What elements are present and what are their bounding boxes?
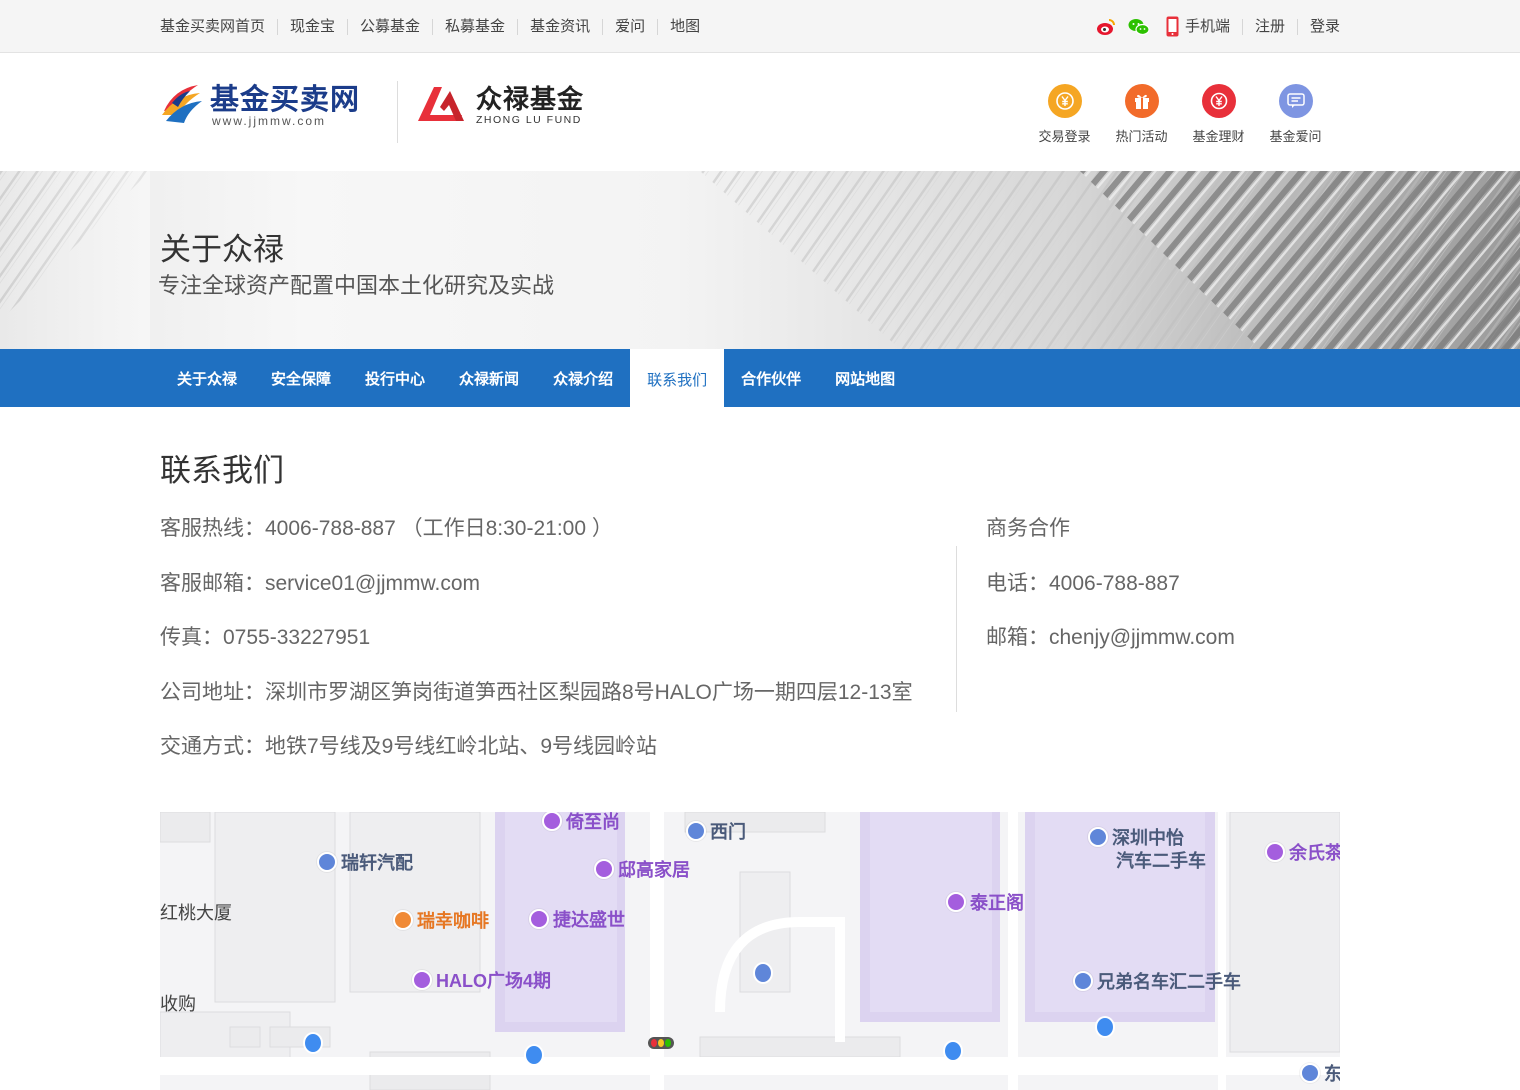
topnav-home-link[interactable]: 基金买卖网首页 [160, 18, 277, 35]
nav-security[interactable]: 安全保障 [254, 349, 348, 407]
top-nav: 基金买卖网首页 现金宝 公募基金 私募基金 基金资讯 爱问 地图 [160, 0, 712, 53]
contact-info-left: 客服热线：4006-788-887 （工作日8:30-21:00 ） 客服邮箱：… [160, 512, 913, 785]
top-right-links: 手机端 注册 登录 [1096, 0, 1340, 53]
banner-title: 关于众禄 [160, 232, 284, 267]
shop-pin-icon [946, 892, 966, 912]
chat-bubble-icon [1278, 84, 1313, 118]
bus-stop-icon[interactable] [1095, 1016, 1115, 1038]
restaurant-pin-icon [393, 910, 413, 930]
contact-title: 联系我们 [160, 453, 284, 488]
car-pin-icon [1300, 1063, 1320, 1083]
logo-divider [397, 81, 398, 143]
poi-jieda-shengshi[interactable]: 捷达盛世 [529, 906, 625, 932]
poi-halo-plaza-4[interactable]: HALO广场4期 [412, 967, 551, 993]
topnav-map-link[interactable]: 地图 [657, 18, 712, 35]
zhonglu-logo-subtitle: ZHONG LU FUND [476, 113, 582, 126]
nav-partners[interactable]: 合作伙伴 [724, 349, 818, 407]
jjmmw-logo-icon [160, 81, 204, 130]
car-pin-icon [1088, 827, 1108, 847]
car-pin-icon [1073, 971, 1093, 991]
quick-trade-login[interactable]: 交易登录 [1026, 84, 1103, 145]
quick-links: 交易登录 热门活动 基金理财 基金爱问 [1026, 84, 1334, 145]
company-address: 公司地址：深圳市罗湖区笋岗街道笋西社区梨园路8号HALO广场一期四层12-13室 [160, 680, 913, 704]
traffic-light-icon [648, 1037, 674, 1049]
wechat-icon[interactable] [1128, 18, 1150, 36]
business-cooperation-heading: 商务合作 [986, 517, 1070, 540]
jjmmw-logo-url: www.jjmmw.com [212, 113, 327, 128]
banner-subtitle: 专注全球资产配置中国本土化研究及实战 [158, 273, 555, 298]
bus-stop-icon[interactable] [303, 1032, 323, 1054]
jjmmw-logo[interactable]: 基金买卖网 www.jjmmw.com [160, 81, 360, 130]
poi-yushi[interactable]: 余氏茶 [1265, 839, 1340, 865]
shop-pin-icon [1265, 842, 1285, 862]
nav-about[interactable]: 关于众禄 [160, 349, 254, 407]
shop-pin-icon [412, 970, 432, 990]
yuan-coin-icon [1047, 84, 1082, 118]
nav-introduction[interactable]: 众禄介绍 [536, 349, 630, 407]
contact-divider [956, 546, 957, 712]
nav-investment-banking[interactable]: 投行中心 [348, 349, 442, 407]
business-email: 邮箱：chenjy@jjmmw.com [986, 626, 1235, 649]
nav-contact-us[interactable]: 联系我们 [630, 349, 725, 409]
bus-stop-icon[interactable] [943, 1040, 963, 1062]
poi-ximen[interactable]: 西门 [686, 818, 746, 844]
quick-fund-finance-label: 基金理财 [1192, 129, 1245, 144]
location-map[interactable]: 倚至尚 西门 深圳中怡 汽车二手车 余氏茶 瑞轩汽配 邸高家居 红桃大厦 瑞幸咖… [160, 812, 1340, 1090]
mobile-label: 手机端 [1184, 17, 1230, 35]
weibo-icon[interactable] [1096, 18, 1116, 36]
poi-zhongyi-used-car: 汽车二手车 [1116, 851, 1206, 871]
jjmmw-logo-title: 基金买卖网 [210, 83, 361, 116]
top-bar: 基金买卖网首页 现金宝 公募基金 私募基金 基金资讯 爱问 地图 手机端 注册 … [0, 0, 1520, 53]
zhonglu-logo[interactable]: 众禄基金 ZHONG LU FUND [416, 81, 584, 128]
poi-ruixuan-auto-parts[interactable]: 瑞轩汽配 [317, 849, 413, 875]
poi-shougou[interactable]: 收购 [160, 990, 196, 1016]
service-email: 客服邮箱：service01@jjmmw.com [160, 571, 481, 595]
fax: 传真：0755-33227951 [160, 626, 371, 649]
poi-taizhengge[interactable]: 泰正阁 [946, 889, 1024, 915]
gate-pin-icon [686, 821, 706, 841]
topnav-news-link[interactable]: 基金资讯 [517, 18, 602, 35]
quick-fund-ask-label: 基金爱问 [1269, 129, 1322, 144]
money-bag-icon [1201, 84, 1236, 118]
zhonglu-logo-title: 众禄基金 [476, 83, 585, 114]
poi-hongtao-building[interactable]: 红桃大厦 [160, 899, 232, 925]
quick-hot-activity[interactable]: 热门活动 [1103, 84, 1180, 145]
poi-digao-furniture[interactable]: 邸高家居 [594, 856, 690, 882]
poi-luckin-coffee[interactable]: 瑞幸咖啡 [393, 907, 489, 933]
main-nav: 关于众禄 安全保障 投行中心 众禄新闻 众禄介绍 联系我们 合作伙伴 网站地图 [0, 349, 1520, 409]
shop-pin-icon [542, 812, 562, 831]
quick-trade-login-label: 交易登录 [1038, 129, 1091, 144]
quick-fund-ask[interactable]: 基金爱问 [1257, 84, 1334, 145]
poi-yizhishang[interactable]: 倚至尚 [542, 812, 620, 834]
shop-pin-icon [594, 859, 614, 879]
zhonglu-logo-icon [416, 81, 466, 128]
site-header: 基金买卖网 www.jjmmw.com 众禄基金 ZHONG LU FUND 交… [0, 53, 1520, 171]
contact-info-right: 商务合作 电话：4006-788-887 邮箱：chenjy@jjmmw.com [986, 512, 1235, 676]
about-banner: 关于众禄 专注全球资产配置中国本土化研究及实战 [0, 171, 1520, 349]
topnav-cash-link[interactable]: 现金宝 [277, 18, 347, 35]
gift-icon [1124, 84, 1159, 118]
business-phone: 电话：4006-788-887 [986, 571, 1180, 595]
transportation: 交通方式：地铁7号线及9号线红岭北站、9号线园岭站 [160, 735, 658, 758]
bus-stop-icon[interactable] [524, 1044, 544, 1066]
shop-pin-icon [529, 909, 549, 929]
parking-pin-icon[interactable] [753, 962, 773, 984]
topnav-ask-link[interactable]: 爱问 [602, 18, 657, 35]
service-hotline: 客服热线：4006-788-887 （工作日8:30-21:00 ） [160, 517, 613, 540]
topnav-public-fund-link[interactable]: 公募基金 [347, 18, 432, 35]
poi-dong[interactable]: 东 [1300, 1060, 1340, 1086]
nav-sitemap[interactable]: 网站地图 [818, 349, 912, 407]
topnav-private-fund-link[interactable]: 私募基金 [432, 18, 517, 35]
quick-fund-finance[interactable]: 基金理财 [1180, 84, 1257, 145]
phone-icon [1166, 16, 1179, 37]
car-pin-icon [317, 852, 337, 872]
quick-hot-activity-label: 热门活动 [1115, 129, 1168, 144]
mobile-link[interactable]: 手机端 [1162, 16, 1242, 37]
nav-news[interactable]: 众禄新闻 [442, 349, 536, 407]
poi-brothers-used-car[interactable]: 兄弟名车汇二手车 [1073, 968, 1241, 994]
login-link[interactable]: 登录 [1296, 18, 1340, 35]
register-link[interactable]: 注册 [1241, 18, 1297, 35]
